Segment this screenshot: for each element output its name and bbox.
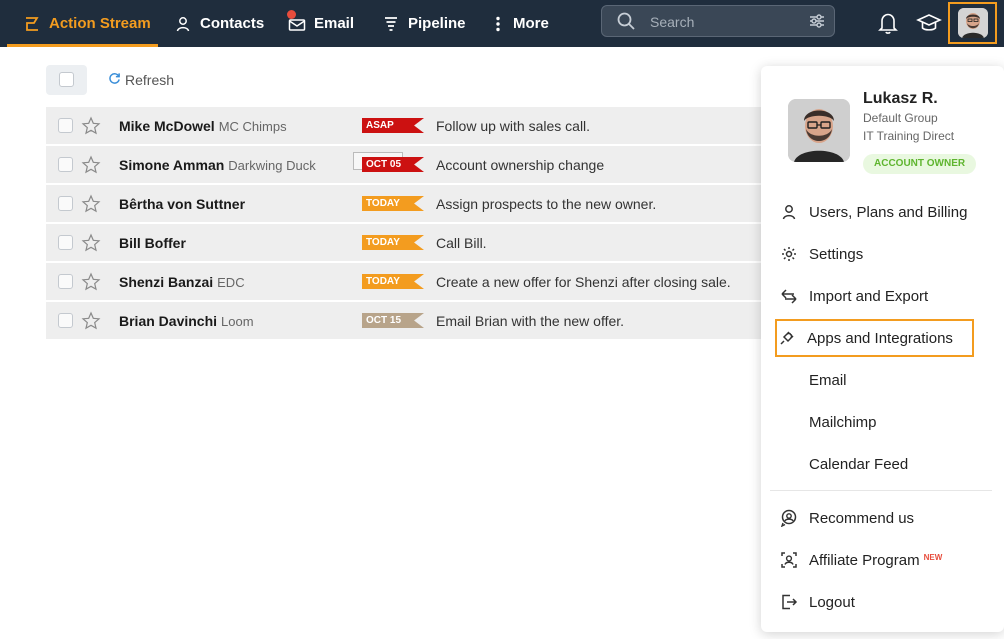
menu-recommend[interactable]: Recommend us [779,501,973,535]
nav-action-stream[interactable]: Action Stream [7,0,158,47]
user-icon [174,15,192,33]
import-export-icon [779,288,799,304]
nav-email-label: Email [314,15,355,32]
plug-icon [777,329,797,347]
nav-contacts-label: Contacts [200,15,265,32]
contact-company: MC Chimps [218,119,287,134]
due-badge: OCT 05 [362,157,424,172]
recommend-icon [779,509,799,527]
star-icon[interactable] [81,233,101,258]
menu-email[interactable]: Email [779,363,973,397]
nav-pipeline-label: Pipeline [408,15,466,32]
contact-name[interactable]: Mike McDowel MC Chimps [119,118,287,134]
table-row[interactable]: Bêrtha von Suttner TODAY Assign prospect… [46,185,762,223]
search-icon [616,11,636,36]
task-description[interactable]: Call Bill. [436,235,487,251]
row-checkbox[interactable] [58,313,73,328]
nav-action-stream-label: Action Stream [49,15,151,32]
bell-icon[interactable] [877,11,899,40]
star-icon[interactable] [81,155,101,180]
avatar [957,8,988,38]
user-avatar-button[interactable] [948,2,997,44]
new-badge: NEW [923,552,943,562]
nav-pipeline[interactable]: Pipeline [382,0,466,47]
user-icon [779,204,799,220]
due-badge: TODAY [362,235,424,250]
affiliate-icon [779,551,799,569]
due-badge: TODAY [362,274,424,289]
table-row[interactable]: Brian Davinchi Loom OCT 15 Email Brian wi… [46,302,762,340]
profile-name: Lukasz R. [863,90,938,107]
refresh-button[interactable]: Refresh [108,72,174,88]
table-row[interactable]: Mike McDowel MC Chimps ASAP Follow up wit… [46,107,762,145]
row-checkbox[interactable] [58,157,73,172]
more-vertical-icon [493,15,503,33]
task-description[interactable]: Email Brian with the new offer. [436,313,624,329]
star-icon[interactable] [81,194,101,219]
due-badge: TODAY [362,196,424,211]
menu-logout[interactable]: Logout [779,585,973,619]
filter-sliders-icon[interactable] [808,12,826,35]
contact-name[interactable]: Bill Boffer [119,235,186,251]
table-row[interactable]: Shenzi Banzai EDC TODAY Create a new offe… [46,263,762,301]
contact-company: EDC [217,275,245,290]
contact-company: Loom [221,314,254,329]
star-icon[interactable] [81,311,101,336]
menu-calendar-feed[interactable]: Calendar Feed [779,447,973,481]
refresh-label: Refresh [125,72,175,88]
nav-email[interactable]: Email [288,0,354,47]
due-badge: ASAP [362,118,424,133]
contact-company: Darkwing Duck [228,158,316,173]
contact-name[interactable]: Simone Amman Darkwing Duck [119,157,316,173]
contact-name[interactable]: Shenzi Banzai EDC [119,274,245,290]
row-checkbox[interactable] [58,235,73,250]
search-box[interactable]: Search [601,5,835,37]
menu-divider [770,490,992,491]
profile-company: IT Training Direct [863,129,955,143]
email-notification-dot [287,10,296,19]
top-navigation-bar: Action Stream Contacts Email Pipeline Mo… [0,0,1004,47]
gear-icon [779,246,799,262]
menu-import-export[interactable]: Import and Export [779,279,973,313]
table-row[interactable]: Bill Boffer TODAY Call Bill. [46,224,762,262]
task-description[interactable]: Follow up with sales call. [436,118,590,134]
nav-more-label: More [513,15,549,32]
menu-users-plans-billing[interactable]: Users, Plans and Billing [779,195,973,229]
contact-name[interactable]: Bêrtha von Suttner [119,196,245,212]
table-row[interactable]: Simone Amman Darkwing Duck OCT 05 Account… [46,146,762,184]
checkbox-square [59,72,74,87]
task-description[interactable]: Assign prospects to the new owner. [436,196,656,212]
role-badge: ACCOUNT OWNER [863,154,977,174]
star-icon[interactable] [81,116,101,141]
action-stream-icon [23,15,41,33]
row-checkbox[interactable] [58,274,73,289]
profile-group: Default Group [863,111,938,125]
refresh-icon [108,72,121,88]
task-list: Mike McDowel MC Chimps ASAP Follow up wit… [46,107,762,341]
menu-affiliate-program[interactable]: Affiliate Program NEW [779,543,973,577]
menu-settings[interactable]: Settings [779,237,973,271]
nav-contacts[interactable]: Contacts [174,0,264,47]
row-checkbox[interactable] [58,118,73,133]
user-menu-dropdown: Lukasz R. Default Group IT Training Dire… [761,66,1004,632]
search-input[interactable]: Search [650,14,694,30]
nav-more[interactable]: More [493,0,549,47]
profile-photo [788,99,850,162]
pipeline-icon [382,15,400,33]
contact-name[interactable]: Brian Davinchi Loom [119,313,254,329]
select-all-checkbox[interactable] [46,65,87,95]
due-badge: OCT 15 [362,313,424,328]
graduation-cap-icon[interactable] [916,11,942,40]
menu-mailchimp[interactable]: Mailchimp [779,405,973,439]
task-description[interactable]: Create a new offer for Shenzi after clos… [436,274,731,290]
menu-apps-integrations[interactable]: Apps and Integrations [775,319,974,357]
logout-icon [779,593,799,611]
row-checkbox[interactable] [58,196,73,211]
star-icon[interactable] [81,272,101,297]
task-description[interactable]: Account ownership change [436,157,604,173]
